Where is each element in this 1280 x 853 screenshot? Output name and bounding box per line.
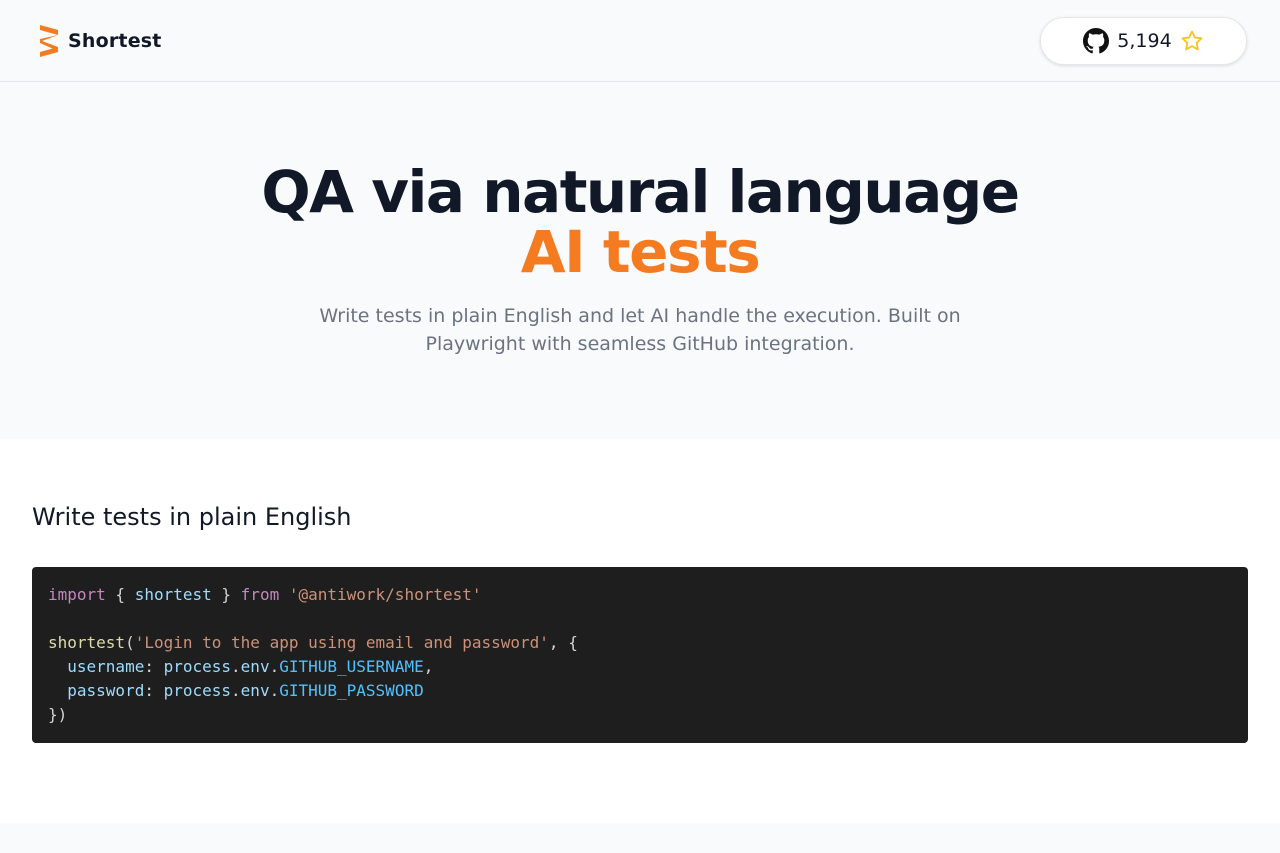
footer-band xyxy=(0,823,1280,853)
code-token: '@antiwork/shortest' xyxy=(288,585,482,604)
code-token: shortest xyxy=(48,633,126,652)
code-token: . xyxy=(231,681,241,700)
code-token: }) xyxy=(48,705,68,724)
shortest-logo-icon xyxy=(40,25,58,57)
code-token: , xyxy=(423,657,434,676)
code-token: . xyxy=(231,657,241,676)
code-line-username: username: process.env.GITHUB_USERNAME, xyxy=(48,655,1232,679)
code-line-call: shortest('Login to the app using email a… xyxy=(48,631,1232,655)
hero-accent-title: AI tests xyxy=(520,218,761,286)
code-token: ( xyxy=(125,633,135,652)
code-token: : xyxy=(144,681,164,700)
code-token: . xyxy=(269,657,280,676)
code-token: { xyxy=(105,585,135,604)
code-block[interactable]: import { shortest } from '@antiwork/shor… xyxy=(32,567,1248,743)
hero-title: QA via natural language xyxy=(261,158,1020,226)
code-token: process xyxy=(163,657,232,676)
brand-link[interactable]: Shortest xyxy=(38,24,162,58)
code-token: username xyxy=(67,657,145,676)
code-token: from xyxy=(240,585,280,604)
site-header: Shortest 5,194 xyxy=(0,0,1280,82)
code-line-password: password: process.env.GITHUB_PASSWORD xyxy=(48,679,1232,703)
code-token: GITHUB_USERNAME xyxy=(279,657,424,676)
github-stars-button[interactable]: 5,194 xyxy=(1040,17,1247,65)
code-token: env xyxy=(240,681,270,700)
code-token: 'Login to the app using email and passwo… xyxy=(134,633,549,652)
code-token: env xyxy=(240,657,270,676)
code-token: } xyxy=(211,585,241,604)
code-token: , { xyxy=(548,633,578,652)
code-token: password xyxy=(67,681,145,700)
code-token: . xyxy=(269,681,280,700)
example-section: Write tests in plain English import { sh… xyxy=(0,439,1280,823)
code-line-close: }) xyxy=(48,703,1232,727)
star-icon xyxy=(1181,30,1203,51)
code-token: GITHUB_PASSWORD xyxy=(279,681,424,700)
github-icon xyxy=(1083,28,1110,54)
section-title: Write tests in plain English xyxy=(32,503,352,531)
brand-name: Shortest xyxy=(68,30,162,52)
code-token: process xyxy=(163,681,232,700)
code-token: : xyxy=(144,657,164,676)
code-line-import: import { shortest } from '@antiwork/shor… xyxy=(48,583,1232,607)
hero-section: QA via natural language AI tests Write t… xyxy=(0,82,1280,439)
code-token: shortest xyxy=(134,585,212,604)
hero-subtitle: Write tests in plain English and let AI … xyxy=(319,305,961,355)
code-token: import xyxy=(48,585,106,604)
github-star-count: 5,194 xyxy=(1117,30,1172,52)
